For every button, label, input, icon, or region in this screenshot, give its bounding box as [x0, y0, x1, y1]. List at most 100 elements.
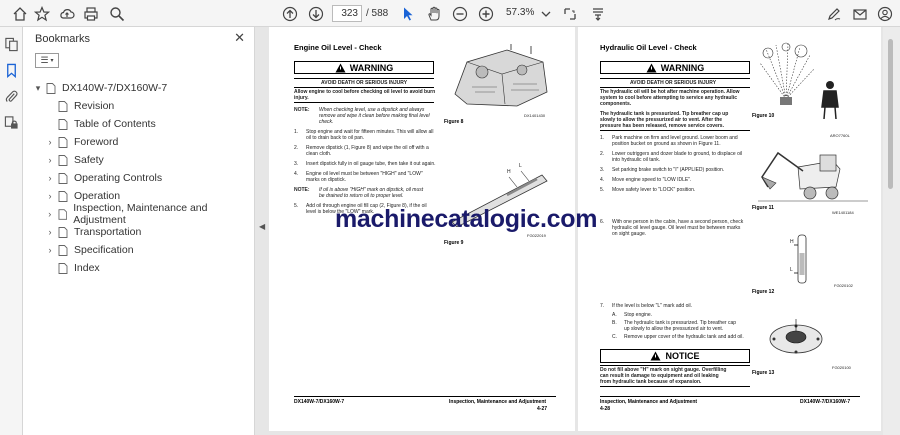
search-icon[interactable]: [107, 4, 127, 24]
close-icon[interactable]: ✕: [234, 30, 245, 46]
bookmark-revision[interactable]: Revision: [23, 97, 255, 115]
envelope-icon[interactable]: [850, 4, 870, 24]
footer-rule: [294, 396, 556, 397]
note-line: check.: [319, 119, 334, 125]
bookmark-label: Operating Controls: [74, 172, 163, 184]
bookmark-safety[interactable]: › Safety: [23, 151, 255, 169]
collapse-panel-left-icon[interactable]: ◀: [259, 222, 265, 231]
divider: [600, 130, 750, 131]
chevron-right-icon[interactable]: ›: [45, 155, 55, 165]
intro-line: components.: [600, 101, 632, 107]
high-mark-label: H: [790, 239, 794, 245]
note-line: remove and wipe it clean before making f…: [319, 113, 430, 119]
section-heading: Hydraulic Oil Level - Check: [600, 43, 697, 52]
previous-page-icon[interactable]: [280, 4, 300, 24]
bookmark-label: Revision: [74, 100, 115, 112]
chevron-right-icon[interactable]: ›: [45, 209, 55, 219]
bookmark-transportation[interactable]: › Transportation: [23, 223, 255, 241]
watermark-text: machinecatalogic.com: [335, 205, 598, 233]
avoid-text: AVOID DEATH OR SERIOUS INJURY: [321, 80, 408, 86]
home-icon[interactable]: [10, 4, 30, 24]
scroll-mode-icon[interactable]: [588, 4, 608, 24]
warning-label: WARNING: [660, 62, 705, 73]
chevron-down-icon[interactable]: ▾: [33, 83, 43, 94]
zoom-out-icon[interactable]: [450, 4, 470, 24]
next-page-icon[interactable]: [306, 4, 326, 24]
document-icon: [58, 262, 68, 274]
note-label: NOTE:: [294, 187, 310, 193]
main-toolbar: 323 / 588 57.3%: [0, 0, 900, 27]
bookmark-label: Table of Contents: [74, 118, 156, 130]
bookmark-specification[interactable]: › Specification: [23, 241, 255, 259]
chevron-right-icon[interactable]: ›: [45, 245, 55, 255]
step-number: 6.: [600, 219, 605, 225]
account-icon[interactable]: [875, 4, 895, 24]
bookmark-inspection-maintenance[interactable]: › Inspection, Maintenance and Adjustment: [23, 202, 255, 226]
step-number: 5.: [600, 187, 605, 193]
warning-box: WARNING: [600, 61, 750, 74]
layers-lock-icon[interactable]: [4, 115, 19, 130]
document-icon: [58, 226, 68, 238]
figure-code: FG020102: [834, 283, 853, 288]
bookmark-options-button[interactable]: ☰ ▾: [35, 53, 59, 68]
notice-line: from hydraulic tank because of expansion…: [600, 379, 702, 385]
zoom-in-icon[interactable]: [476, 4, 496, 24]
chevron-right-icon[interactable]: ›: [45, 227, 55, 237]
substep-text: Stop engine.: [624, 312, 653, 318]
print-icon[interactable]: [81, 4, 101, 24]
footer-section: Inspection, Maintenance and Adjustment: [600, 399, 698, 405]
tank-cover-figure: [769, 319, 823, 354]
intro-text: Allow engine to cool before checking oil…: [294, 89, 436, 101]
document-icon: [46, 82, 56, 94]
footer-section: Inspection, Maintenance and Adjustment: [449, 399, 547, 405]
step-text: clean cloth.: [306, 151, 332, 157]
bookmark-table-of-contents[interactable]: Table of Contents: [23, 115, 255, 133]
footer-model: DX140W-7/DX160W-7: [800, 399, 851, 405]
bookmark-root[interactable]: ▾ DX140W-7/DX160W-7: [23, 79, 255, 97]
chevron-right-icon[interactable]: ›: [45, 137, 55, 147]
step-number: 1.: [294, 129, 299, 135]
page-number-input[interactable]: 323: [332, 5, 362, 22]
step-number: 3.: [294, 161, 299, 167]
step-text: marks on dipstick.: [306, 177, 347, 183]
zoom-dropdown-chevron-icon[interactable]: [536, 4, 556, 24]
page-fit-icon[interactable]: [560, 4, 580, 24]
vertical-scrollbar[interactable]: [883, 27, 900, 435]
divider: [600, 386, 750, 387]
bookmarks-panel-icon[interactable]: [4, 63, 19, 78]
bookmark-label: DX140W-7/DX160W-7: [62, 82, 168, 94]
figure-caption: Figure 13: [752, 370, 775, 376]
step-text: oil to drain back to oil pan.: [306, 135, 365, 141]
pages-icon[interactable]: [4, 37, 19, 52]
step-text: Set parking brake switch to "I" (APPLIED…: [612, 167, 725, 173]
hand-tool-icon[interactable]: [424, 4, 444, 24]
chevron-right-icon[interactable]: ›: [45, 191, 55, 201]
bookmark-operating-controls[interactable]: › Operating Controls: [23, 169, 255, 187]
chevron-right-icon[interactable]: ›: [45, 173, 55, 183]
step-number: 4.: [600, 177, 605, 183]
scrollbar-thumb[interactable]: [888, 39, 893, 189]
cloud-upload-icon[interactable]: [57, 4, 77, 24]
document-icon: [58, 190, 68, 202]
document-page-right: Hydraulic Oil Level - Check WARNING AVOI…: [578, 27, 881, 431]
step-text: on sight gauge.: [612, 231, 647, 237]
substep-letter: A.: [612, 312, 617, 318]
attachment-icon[interactable]: [4, 89, 19, 104]
divider: [600, 87, 750, 88]
notice-triangle-icon: [650, 351, 661, 361]
bookmark-star-icon[interactable]: [32, 4, 52, 24]
bookmark-foreword[interactable]: › Foreword: [23, 133, 255, 151]
step-number: 7.: [600, 303, 605, 309]
bookmark-index[interactable]: Index: [23, 259, 255, 277]
substep-text: Remove upper cover of the hydraulic tank…: [624, 334, 744, 340]
figure-caption: Figure 9: [444, 240, 464, 246]
sign-pen-icon[interactable]: [824, 4, 844, 24]
select-cursor-icon[interactable]: [398, 4, 418, 24]
bookmark-label: Safety: [74, 154, 104, 166]
figure-code: WE1401184: [832, 210, 854, 215]
engine-figure: [447, 42, 555, 112]
footer-page-number: 4-28: [600, 406, 611, 412]
warning-triangle-icon: [335, 63, 346, 72]
divider: [600, 78, 750, 79]
divider: [600, 365, 750, 366]
